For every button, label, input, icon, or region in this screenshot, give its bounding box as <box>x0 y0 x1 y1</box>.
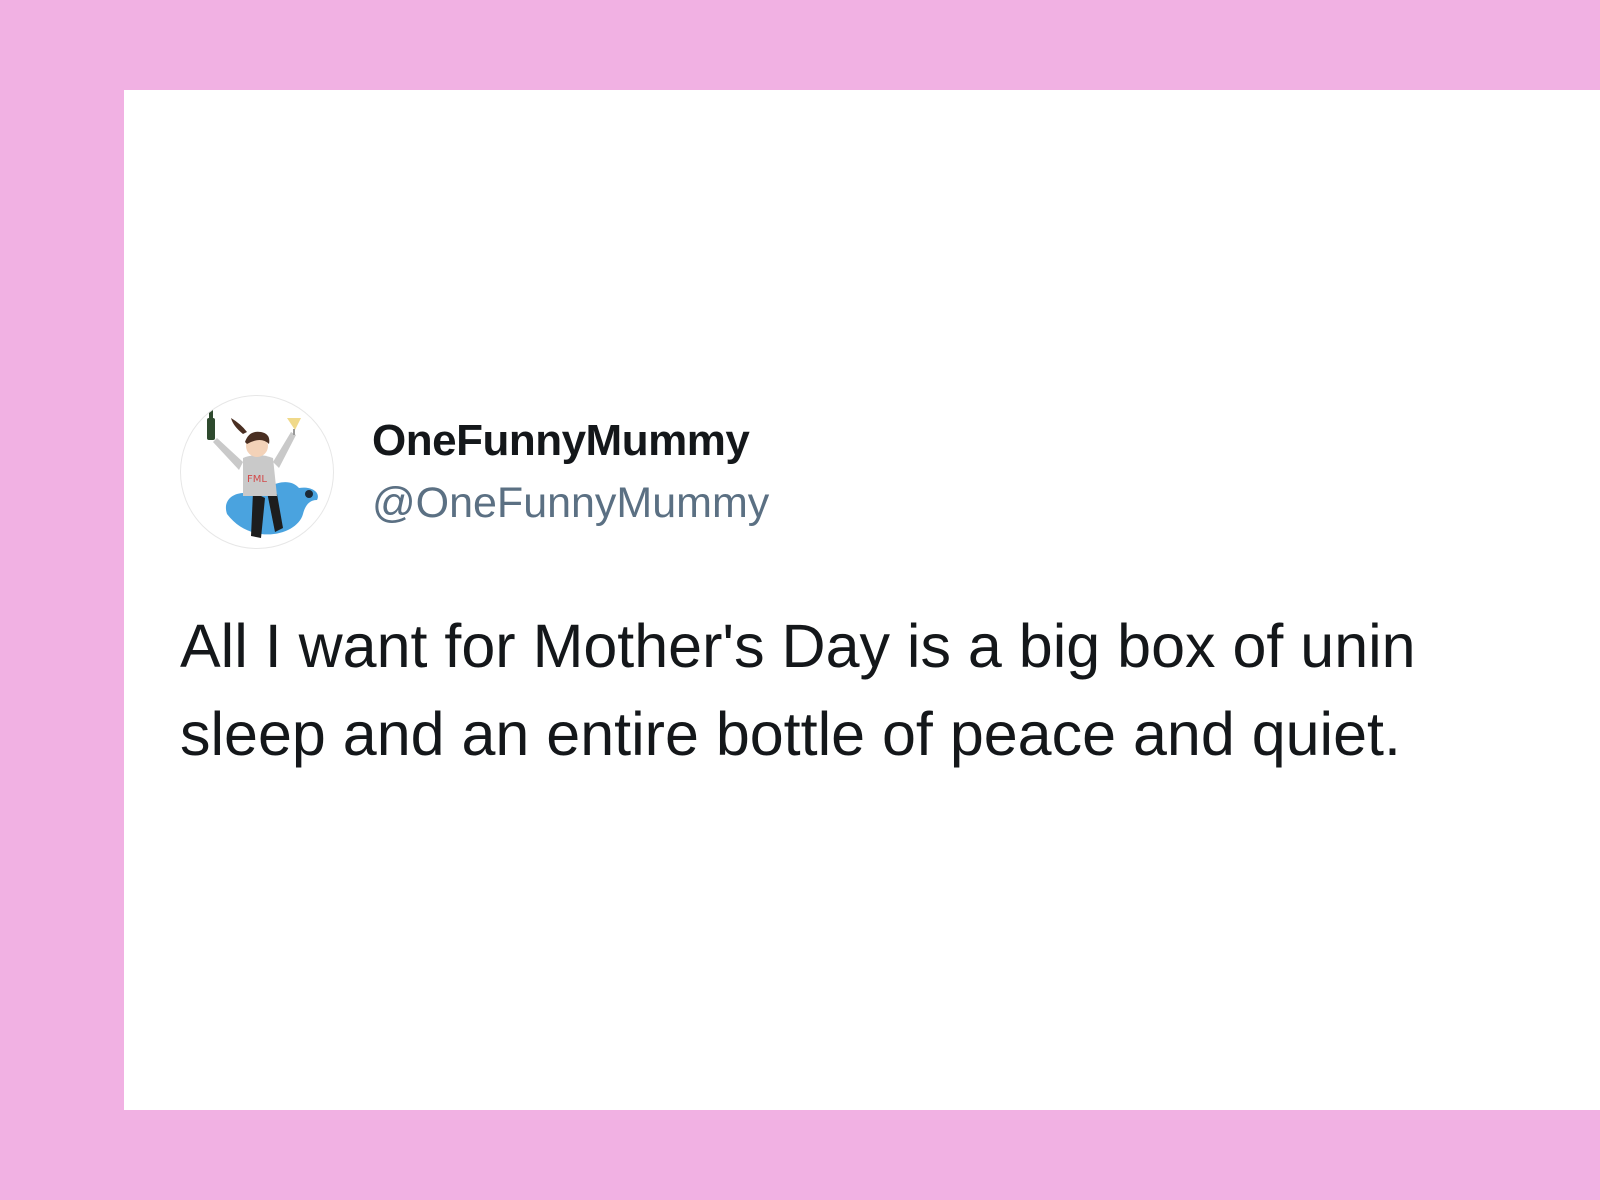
avatar[interactable]: FML <box>180 395 334 549</box>
author-handle[interactable]: @OneFunnyMummy <box>372 477 769 529</box>
tweet-header: FML OneFunnyMummy @OneFunnyMummy <box>180 395 769 549</box>
tweet-card: FML OneFunnyMummy @OneFunnyMummy All I w… <box>124 90 1600 1110</box>
author-names: OneFunnyMummy @OneFunnyMummy <box>372 415 769 529</box>
tweet-text-line-1: All I want for Mother's Day is a big box… <box>180 612 1416 680</box>
cartoon-mum-on-bird-icon: FML <box>207 410 318 538</box>
tweet-text-line-2: sleep and an entire bottle of peace and … <box>180 700 1401 768</box>
author-display-name[interactable]: OneFunnyMummy <box>372 415 769 467</box>
svg-text:FML: FML <box>247 474 267 485</box>
tweet-text: All I want for Mother's Day is a big box… <box>180 602 1600 778</box>
